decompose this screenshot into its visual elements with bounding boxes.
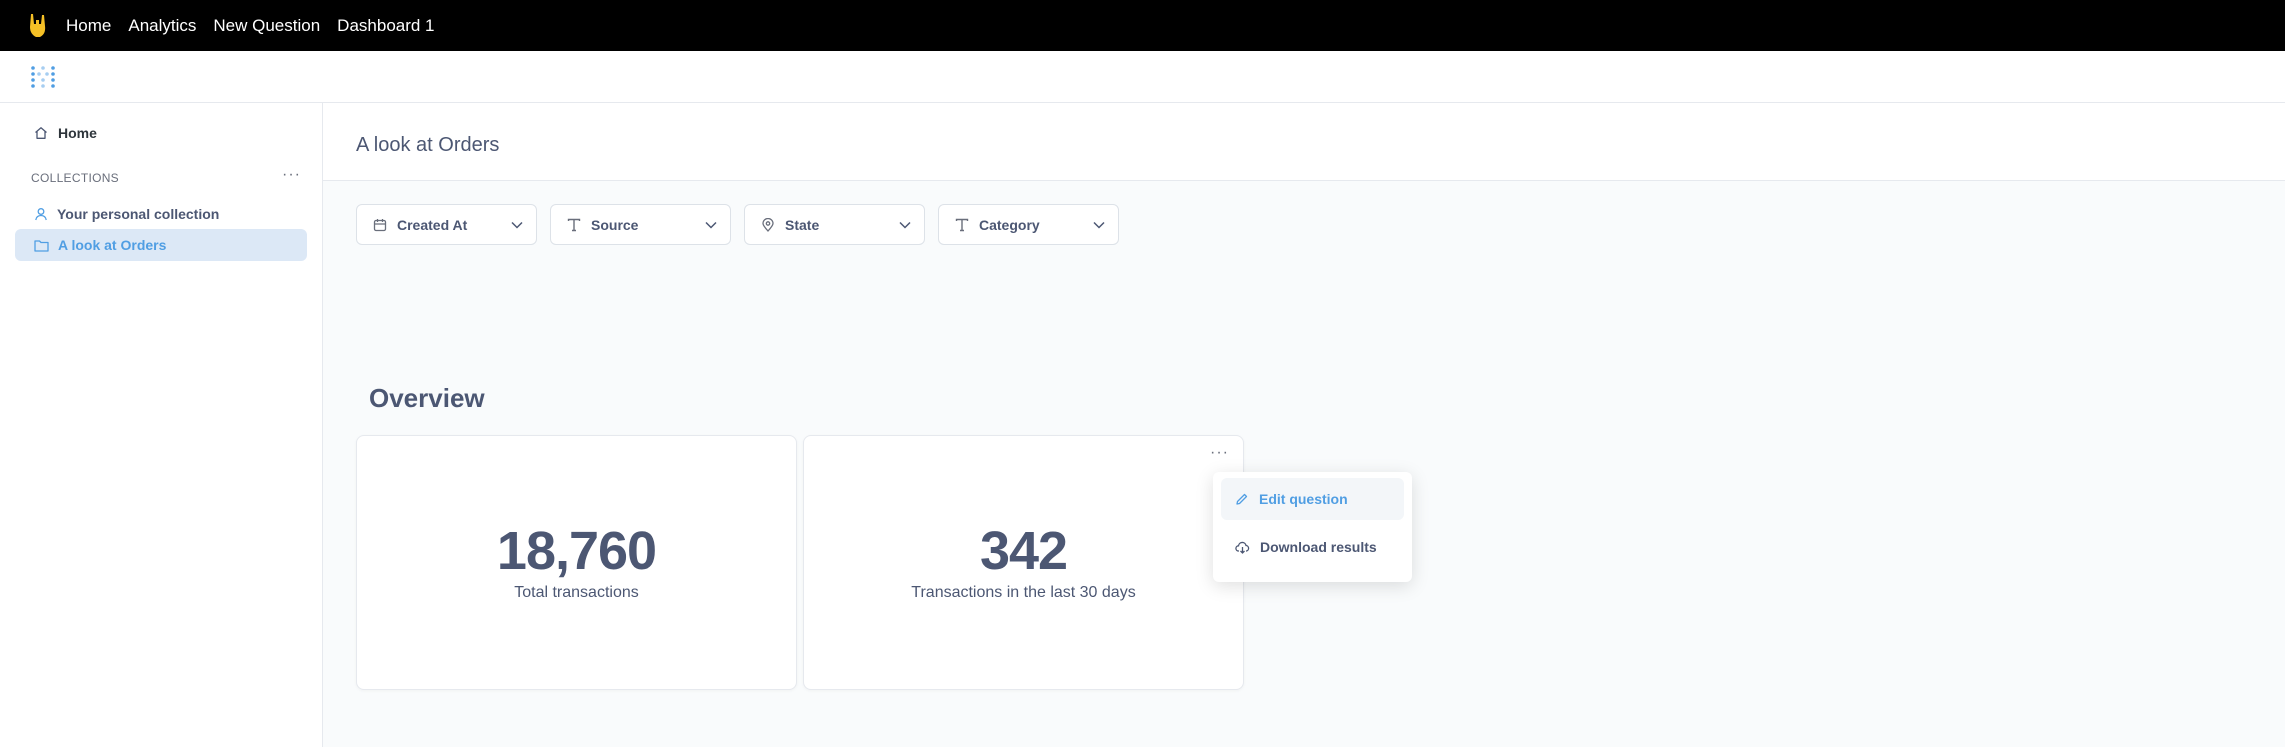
text-icon [567, 218, 583, 232]
scalar-caption[interactable]: Transactions in the last 30 days [804, 584, 1243, 602]
location-icon [761, 217, 777, 232]
filter-category[interactable]: Category [938, 204, 1119, 245]
filter-state[interactable]: State [744, 204, 925, 245]
filter-bar: Created At Source State Category [356, 204, 1132, 245]
sidebar: Home COLLECTIONS ··· Your personal colle… [0, 103, 323, 747]
sidebar-item-home[interactable]: Home [34, 125, 97, 141]
scalar-value: 342 [979, 521, 1068, 581]
nav-home-link[interactable]: Home [66, 16, 111, 36]
sidebar-item-label: A look at Orders [58, 237, 167, 253]
sidebar-item-a-look-at-orders[interactable]: A look at Orders [15, 229, 307, 261]
section-heading-overview: Overview [369, 383, 485, 413]
card-more-icon[interactable]: ··· [1210, 444, 1229, 462]
collections-more-icon[interactable]: ··· [282, 166, 301, 184]
nav-dashboard-link[interactable]: Dashboard 1 [337, 16, 434, 36]
dashboard-header: A look at Orders [323, 103, 2285, 181]
app-header [0, 51, 2285, 103]
chevron-down-icon [511, 221, 523, 229]
filter-label: State [785, 216, 820, 233]
sidebar-item-label: Home [58, 125, 97, 141]
sidebar-item-personal-collection[interactable]: Your personal collection [15, 198, 307, 230]
filter-label: Created At [397, 216, 468, 233]
home-icon [35, 127, 47, 139]
scalar-card-total-transactions[interactable]: 18,760 Total transactions [356, 435, 797, 690]
rock-hand-logo-icon[interactable] [27, 12, 49, 40]
edit-question-menu-item[interactable]: Edit question [1221, 478, 1404, 520]
calendar-icon [373, 218, 389, 232]
chevron-down-icon [899, 221, 911, 229]
text-icon [955, 218, 971, 232]
page-title: A look at Orders [356, 134, 500, 156]
collections-label: COLLECTIONS [31, 171, 119, 185]
nav-analytics-link[interactable]: Analytics [128, 16, 196, 36]
filter-created-at[interactable]: Created At [356, 204, 537, 245]
collections-section-header: COLLECTIONS ··· [31, 166, 301, 185]
pencil-icon [1236, 493, 1248, 505]
download-results-menu-item[interactable]: Download results [1221, 526, 1404, 568]
menu-item-label: Edit question [1259, 491, 1348, 507]
filter-source[interactable]: Source [550, 204, 731, 245]
chevron-down-icon [1093, 221, 1105, 229]
scalar-caption[interactable]: Total transactions [357, 584, 796, 602]
scalar-value: 18,760 [496, 521, 657, 581]
scalar-card-transactions-last-30-days[interactable]: ··· 342 Transactions in the last 30 days [803, 435, 1244, 690]
metabase-logo-icon[interactable] [30, 65, 56, 89]
menu-item-label: Download results [1260, 539, 1377, 555]
person-icon [35, 208, 47, 221]
chevron-down-icon [705, 221, 717, 229]
folder-icon [34, 239, 49, 252]
sidebar-item-label: Your personal collection [57, 206, 220, 222]
cloud-download-icon [1235, 541, 1250, 554]
top-nav-bar: Home Analytics New Question Dashboard 1 [0, 0, 2285, 51]
nav-new-question-link[interactable]: New Question [213, 16, 320, 36]
filter-label: Category [979, 216, 1040, 233]
filter-label: Source [591, 216, 639, 233]
card-actions-menu: Edit question Download results [1213, 472, 1412, 582]
